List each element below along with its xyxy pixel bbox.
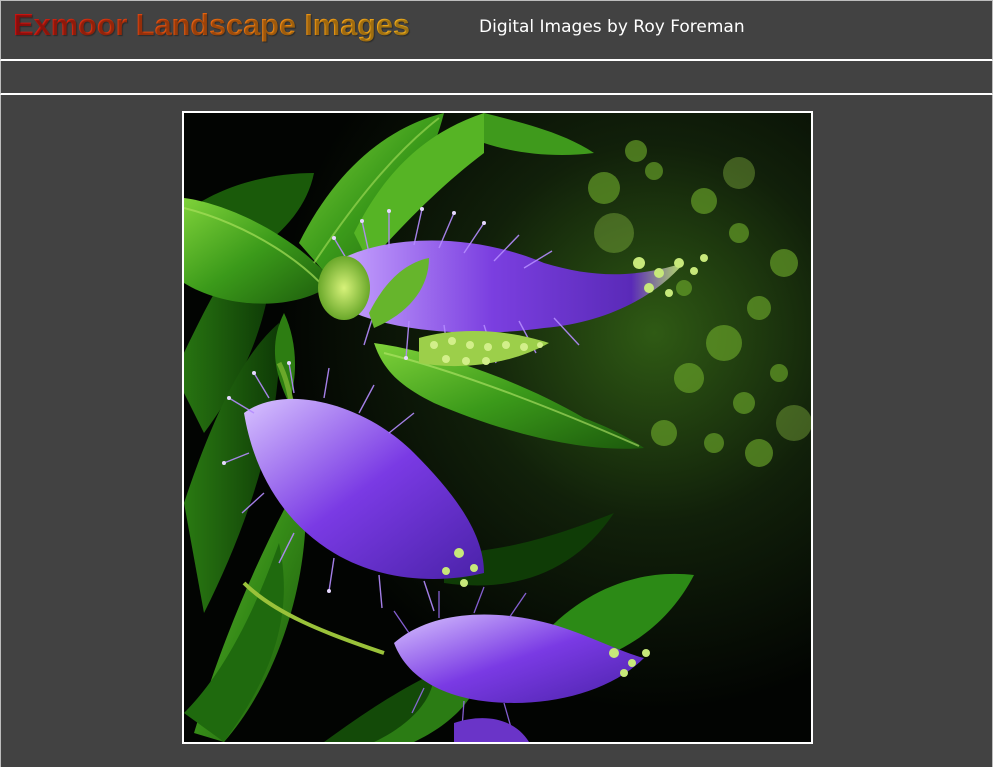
featured-photo[interactable] — [182, 111, 813, 744]
navigation-bar — [0, 61, 993, 95]
hebe-flower-photo — [184, 113, 811, 742]
main-content — [0, 95, 993, 767]
site-title[interactable]: Exmoor Landscape Images — [13, 7, 410, 43]
site-header: Exmoor Landscape Images Digital Images b… — [0, 0, 993, 61]
site-subtitle: Digital Images by Roy Foreman — [479, 17, 745, 37]
page: Exmoor Landscape Images Digital Images b… — [0, 0, 993, 767]
